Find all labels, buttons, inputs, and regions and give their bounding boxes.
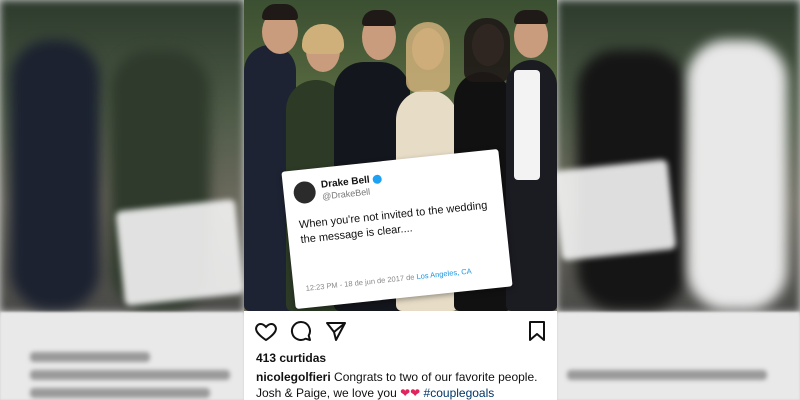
tweet-card: Drake Bell @DrakeBell When you're not in… xyxy=(281,148,513,310)
caption-text-line2: Josh & Paige, we love you xyxy=(256,386,397,400)
person-hair xyxy=(302,24,344,54)
blurred-tweet-card xyxy=(557,159,677,261)
post-action-bar xyxy=(244,311,557,351)
blurred-text xyxy=(567,370,767,380)
blurred-tweet-card xyxy=(115,198,244,307)
post-caption: nicolegolfieri Congrats to two of our fa… xyxy=(256,369,552,400)
paper-plane-icon[interactable] xyxy=(324,319,348,343)
verified-badge-icon xyxy=(372,174,383,185)
bookmark-icon[interactable] xyxy=(525,319,549,343)
speech-bubble-icon[interactable] xyxy=(289,319,313,343)
blurred-text xyxy=(30,388,210,398)
person-hair xyxy=(464,18,510,82)
tweet-avatar xyxy=(292,180,317,205)
blurred-caption-band-right xyxy=(557,312,800,400)
tweet-timestamp: 12:23 PM - 18 de jun de 2017 de xyxy=(305,272,415,293)
like-count[interactable]: 413 curtidas xyxy=(256,351,326,365)
person-hair xyxy=(514,10,548,24)
heart-outline-icon[interactable] xyxy=(254,319,278,343)
blurred-person xyxy=(10,40,100,310)
white-shirt xyxy=(514,70,540,180)
person-hair xyxy=(406,22,450,92)
person-hair xyxy=(262,4,298,20)
instagram-post: Drake Bell @DrakeBell When you're not in… xyxy=(244,0,557,400)
blurred-text xyxy=(30,352,150,362)
tweet-location: Los Angeles, CA xyxy=(415,266,473,282)
blurred-text xyxy=(30,370,230,380)
caption-text-line1: Congrats to two of our favorite people. xyxy=(334,370,538,384)
person-hair xyxy=(362,10,396,26)
caption-hashtag[interactable]: #couplegoals xyxy=(424,386,495,400)
blurred-background-right xyxy=(557,0,800,400)
tweet-meta: 12:23 PM - 18 de jun de 2017 de Los Ange… xyxy=(305,266,472,292)
tweet-body: When you're not invited to the wedding t… xyxy=(298,199,488,247)
post-photo[interactable]: Drake Bell @DrakeBell When you're not in… xyxy=(244,0,557,311)
caption-hearts: ❤❤ xyxy=(400,386,421,400)
blurred-background-left xyxy=(0,0,244,400)
blurred-person xyxy=(687,40,787,310)
caption-username[interactable]: nicolegolfieri xyxy=(256,370,331,384)
